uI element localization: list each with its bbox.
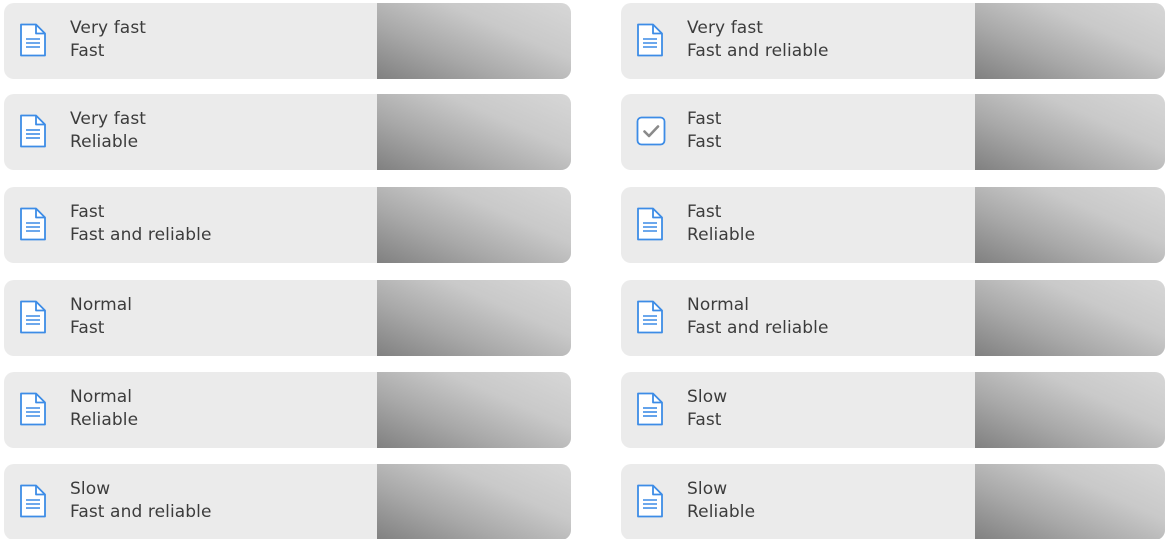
option-mode-label: Fast and reliable xyxy=(687,41,829,61)
preview-thumbnail xyxy=(975,464,1165,539)
option-labels: Normal Fast and reliable xyxy=(687,294,829,340)
option-mode-label: Fast xyxy=(687,132,722,152)
document-icon xyxy=(636,392,664,426)
document-icon xyxy=(19,484,47,518)
option-speed-label: Very fast xyxy=(70,18,147,38)
document-icon xyxy=(636,484,664,518)
option-labels: Fast Fast and reliable xyxy=(70,201,212,247)
option-mode-label: Fast and reliable xyxy=(70,225,212,245)
option-labels: Normal Fast xyxy=(70,294,132,340)
preview-thumbnail xyxy=(377,464,571,539)
option-mode-label: Fast and reliable xyxy=(70,502,212,522)
option-mode-label: Reliable xyxy=(687,502,756,522)
option-labels: Slow Fast and reliable xyxy=(70,478,212,524)
option-speed-label: Very fast xyxy=(70,109,147,129)
option-tile[interactable]: Slow Fast xyxy=(621,372,1165,448)
preview-thumbnail xyxy=(377,187,571,263)
option-labels: Very fast Fast xyxy=(70,17,146,63)
preview-thumbnail xyxy=(975,3,1165,79)
option-mode-label: Fast xyxy=(687,410,722,430)
option-mode-label: Fast xyxy=(70,41,105,61)
option-labels: Normal Reliable xyxy=(70,386,138,432)
option-tile[interactable]: Normal Fast xyxy=(4,280,571,356)
option-grid: Very fast Fast Very fast Fast and reliab… xyxy=(0,0,1165,539)
option-labels: Fast Fast xyxy=(687,108,722,154)
option-mode-label: Fast and reliable xyxy=(687,318,829,338)
preview-thumbnail xyxy=(975,372,1165,448)
preview-thumbnail xyxy=(377,94,571,170)
option-mode-label: Fast xyxy=(70,318,105,338)
option-tile[interactable]: Slow Reliable xyxy=(621,464,1165,539)
document-icon xyxy=(19,114,47,148)
preview-thumbnail xyxy=(377,280,571,356)
preview-thumbnail xyxy=(975,280,1165,356)
option-speed-label: Fast xyxy=(687,202,722,222)
document-icon xyxy=(19,23,47,57)
option-tile[interactable]: Fast Reliable xyxy=(621,187,1165,263)
option-mode-label: Reliable xyxy=(70,132,139,152)
option-speed-label: Normal xyxy=(687,295,750,315)
option-labels: Slow Fast xyxy=(687,386,727,432)
preview-thumbnail xyxy=(975,187,1165,263)
option-labels: Very fast Fast and reliable xyxy=(687,17,829,63)
document-icon xyxy=(19,207,47,241)
document-icon xyxy=(19,300,47,334)
option-tile[interactable]: Normal Fast and reliable xyxy=(621,280,1165,356)
option-mode-label: Reliable xyxy=(687,225,756,245)
option-tile[interactable]: Slow Fast and reliable xyxy=(4,464,571,539)
option-labels: Slow Reliable xyxy=(687,478,755,524)
preview-thumbnail xyxy=(377,3,571,79)
option-mode-label: Reliable xyxy=(70,410,139,430)
option-tile[interactable]: Normal Reliable xyxy=(4,372,571,448)
option-speed-label: Normal xyxy=(70,387,133,407)
option-speed-label: Slow xyxy=(70,479,111,499)
option-speed-label: Fast xyxy=(70,202,105,222)
option-tile[interactable]: Very fast Fast xyxy=(4,3,571,79)
option-speed-label: Slow xyxy=(687,387,728,407)
document-icon xyxy=(636,300,664,334)
preview-thumbnail xyxy=(377,372,571,448)
document-icon xyxy=(636,207,664,241)
document-icon xyxy=(636,23,664,57)
option-tile[interactable]: Fast Fast and reliable xyxy=(4,187,571,263)
preview-thumbnail xyxy=(975,94,1165,170)
option-tile-selected[interactable]: Fast Fast xyxy=(621,94,1165,170)
option-tile[interactable]: Very fast Fast and reliable xyxy=(621,3,1165,79)
option-speed-label: Very fast xyxy=(687,18,764,38)
option-speed-label: Normal xyxy=(70,295,133,315)
checkbox-checked-icon[interactable] xyxy=(636,114,666,148)
option-speed-label: Fast xyxy=(687,109,722,129)
option-labels: Very fast Reliable xyxy=(70,108,146,154)
option-speed-label: Slow xyxy=(687,479,728,499)
option-labels: Fast Reliable xyxy=(687,201,755,247)
document-icon xyxy=(19,392,47,426)
option-tile[interactable]: Very fast Reliable xyxy=(4,94,571,170)
